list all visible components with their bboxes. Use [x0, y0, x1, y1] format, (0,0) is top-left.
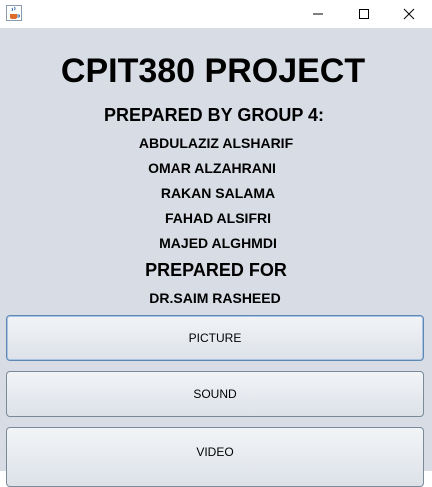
close-icon	[403, 8, 415, 20]
video-button-label: VIDEO	[196, 445, 234, 459]
prepared-for-label: PREPARED FOR	[145, 260, 287, 280]
minimize-button[interactable]	[295, 0, 341, 28]
minimize-icon	[313, 13, 323, 15]
member-name: FAHAD ALSIFRI	[164, 210, 272, 226]
window-titlebar	[0, 0, 432, 28]
member-name: ABDULAZIZ ALSHARIF	[138, 135, 294, 151]
picture-button-label: PICTURE	[188, 331, 242, 345]
member-name: OMAR ALZAHRANI	[148, 160, 276, 176]
sound-button-label: SOUND	[193, 387, 237, 401]
video-button[interactable]: VIDEO	[6, 427, 424, 487]
page-title: CPIT380 PROJECT	[60, 52, 366, 90]
prepared-by-label: PREPARED BY GROUP 4:	[103, 105, 325, 125]
java-cup-icon	[6, 5, 22, 21]
close-button[interactable]	[386, 0, 432, 28]
sound-button[interactable]: SOUND	[6, 371, 424, 417]
member-name: RAKAN SALAMA	[160, 185, 276, 201]
maximize-button[interactable]	[341, 0, 387, 28]
member-name: MAJED ALGHMDI	[159, 235, 277, 251]
main-panel: CPIT380 PROJECT PREPARED BY GROUP 4: ABD…	[0, 28, 432, 487]
picture-button[interactable]: PICTURE	[6, 315, 424, 361]
maximize-icon	[359, 9, 369, 19]
supervisor-name: DR.SAIM RASHEED	[149, 290, 281, 306]
